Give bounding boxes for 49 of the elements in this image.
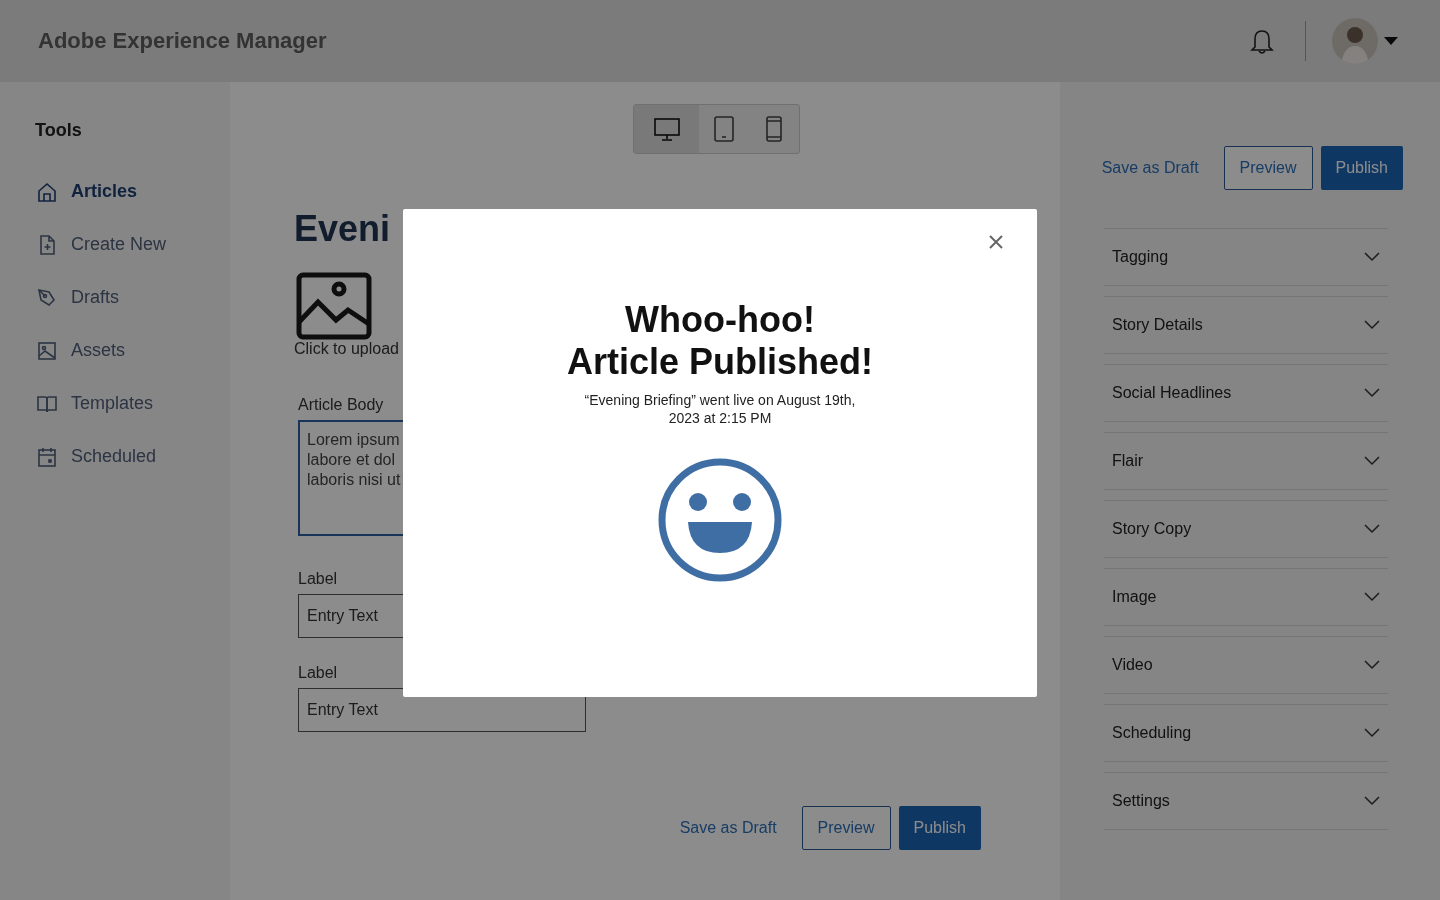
body-text-line: labore et dol [307, 450, 397, 470]
sidebar-item[interactable]: Articles [35, 165, 230, 218]
chevron-down-icon [1364, 524, 1380, 534]
sidebar-item[interactable]: Create New [35, 218, 230, 271]
publish-button[interactable]: Publish [898, 806, 981, 850]
smiley-icon [657, 457, 783, 583]
field-label: Label [298, 570, 338, 588]
chevron-down-icon [1364, 660, 1380, 670]
avatar[interactable] [1332, 18, 1378, 64]
close-icon [989, 235, 1003, 249]
save-draft-link[interactable]: Save as Draft [1101, 159, 1199, 177]
accordion-header[interactable]: Video [1104, 636, 1388, 694]
field-label: Article Body [298, 396, 384, 414]
accordion-header[interactable]: Story Details [1104, 296, 1388, 354]
dialog-title: Whoo-hoo! [625, 299, 815, 341]
chevron-down-icon [1364, 252, 1380, 262]
device-toggle-button[interactable] [634, 105, 699, 153]
dialog-message: “Evening Briefing” went live on August 19th, 2023 at 2:15 PM [583, 391, 857, 427]
chevron-down-icon [1364, 796, 1380, 806]
chevron-down-icon [1364, 456, 1380, 466]
sidebar-item[interactable]: Scheduled [35, 430, 230, 483]
save-draft-link[interactable]: Save as Draft [679, 819, 777, 837]
accordion-header[interactable]: Social Headlines [1104, 364, 1388, 422]
chevron-down-icon [1364, 388, 1380, 398]
app-title: Adobe Experience Manager [38, 28, 328, 54]
chevron-down-icon [1364, 728, 1380, 738]
accordion-header[interactable]: Image [1104, 568, 1388, 626]
sidebar-item[interactable]: Templates [35, 377, 230, 430]
sidebar-heading: Tools [35, 120, 83, 141]
article-title: Eveni [294, 208, 392, 250]
accordion-header[interactable]: Tagging [1104, 228, 1388, 286]
image-icon[interactable] [296, 272, 372, 340]
accordion-header[interactable]: Settings [1104, 772, 1388, 830]
caret-icon[interactable] [1384, 37, 1398, 45]
chevron-down-icon [1364, 320, 1380, 330]
sidebar-item[interactable]: Drafts [35, 271, 230, 324]
field-label: Label [298, 664, 338, 682]
body-text-line: Lorem ipsum [307, 430, 401, 450]
sidebar-item[interactable]: Assets [35, 324, 230, 377]
accordion-header[interactable]: Scheduling [1104, 704, 1388, 762]
accordion-header[interactable]: Story Copy [1104, 500, 1388, 558]
chevron-down-icon [1364, 592, 1380, 602]
body-text-line: laboris nisi ut [307, 470, 402, 490]
desktop-icon [652, 116, 681, 142]
publish-button[interactable]: Publish [1320, 146, 1403, 190]
dialog-title: Article Published! [566, 341, 874, 383]
accordion-header[interactable]: Flair [1104, 432, 1388, 490]
preview-button[interactable]: Preview [801, 806, 891, 850]
preview-button[interactable]: Preview [1223, 146, 1313, 190]
